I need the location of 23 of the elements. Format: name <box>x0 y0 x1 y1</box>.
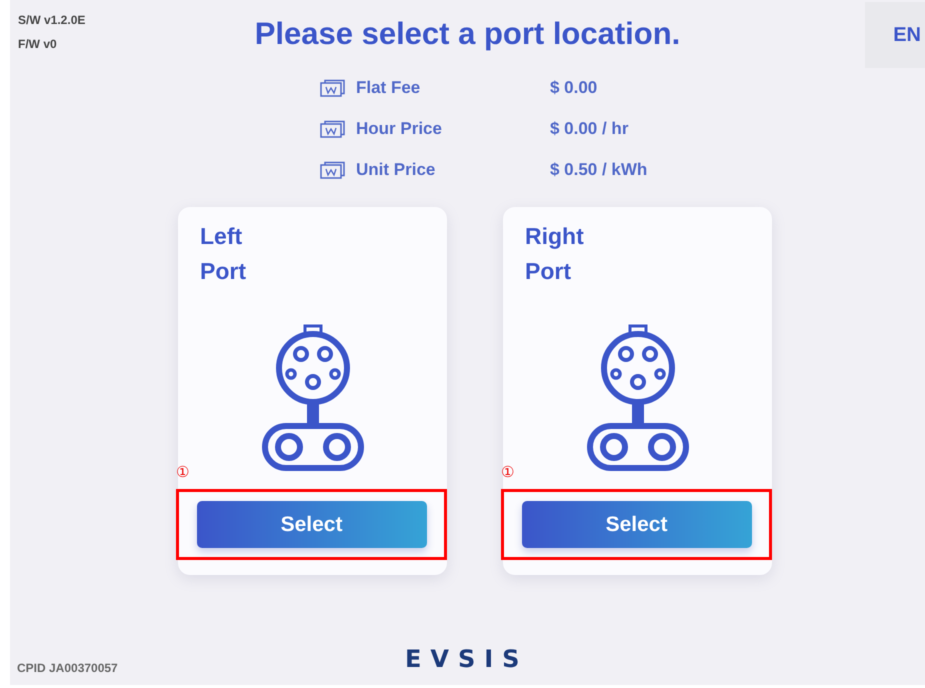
annotation-number: ① <box>176 465 189 481</box>
version-label: F/W v0 <box>18 36 58 53</box>
price-label: Hour Price <box>356 118 443 140</box>
version-label: S/W v1.2.0E <box>18 12 86 29</box>
banknote-icon <box>320 120 346 138</box>
port-title: Left Port <box>199 222 247 286</box>
annotation-number: ① <box>501 465 514 481</box>
banknote-icon <box>320 161 346 179</box>
charger-plug-icon <box>586 322 690 472</box>
port-title: Right Port <box>524 222 585 286</box>
price-label: Unit Price <box>356 159 436 182</box>
select-button[interactable]: Select <box>196 501 426 548</box>
price-label: Flat Fee <box>356 77 422 100</box>
banknote-icon <box>320 79 346 97</box>
charger-plug-icon <box>260 322 364 472</box>
select-button[interactable]: Select <box>522 501 752 548</box>
price-value: $ 0.00 <box>550 77 598 100</box>
brand-logo: EVSIS <box>405 647 528 671</box>
price-value: $ 0.50 / kWh <box>550 159 648 182</box>
charger-id: CPID JA00370057 <box>16 660 119 677</box>
page-title: Please select a port location. <box>254 15 682 52</box>
price-value: $ 0.00 / hr <box>550 118 628 140</box>
language-button[interactable]: EN <box>865 2 925 68</box>
